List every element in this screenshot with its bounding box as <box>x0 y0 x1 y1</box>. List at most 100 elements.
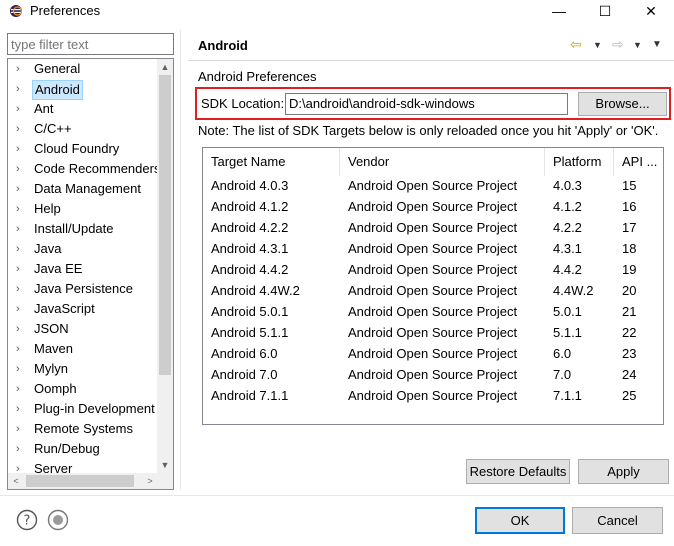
cancel-button[interactable]: Cancel <box>572 507 663 534</box>
tree-vertical-scrollbar[interactable]: ▲ ▼ <box>157 59 173 473</box>
cell-platform: 4.1.2 <box>553 199 582 214</box>
chevron-right-icon[interactable]: › <box>16 339 26 359</box>
tree-item[interactable]: › Java EE <box>8 259 158 279</box>
column-api[interactable]: API ... <box>614 148 663 176</box>
table-row[interactable]: Android 5.1.1 Android Open Source Project… <box>203 322 663 343</box>
cell-api: 24 <box>622 367 637 382</box>
table-row[interactable]: Android 7.1.1 Android Open Source Project… <box>203 385 663 406</box>
tree-item[interactable]: › Help <box>8 199 158 219</box>
chevron-right-icon[interactable]: › <box>16 439 26 459</box>
table-row[interactable]: Android 5.0.1 Android Open Source Project… <box>203 301 663 322</box>
tree-item[interactable]: › C/C++ <box>8 119 158 139</box>
chevron-right-icon[interactable]: › <box>16 99 26 119</box>
cell-vendor: Android Open Source Project <box>348 241 518 256</box>
scroll-up-icon[interactable]: ▲ <box>157 59 173 75</box>
tree-item[interactable]: › JSON <box>8 319 158 339</box>
table-row[interactable]: Android 4.4W.2 Android Open Source Projec… <box>203 280 663 301</box>
cell-api: 17 <box>622 220 637 235</box>
forward-arrow-icon[interactable]: ⇨ <box>612 36 624 53</box>
ok-button[interactable]: OK <box>475 507 565 534</box>
tree-item[interactable]: › Java Persistence <box>8 279 158 299</box>
restore-defaults-button[interactable]: Restore Defaults <box>466 459 570 484</box>
chevron-right-icon[interactable]: › <box>16 359 26 379</box>
tree-item[interactable]: › General <box>8 59 158 79</box>
sdk-location-field[interactable]: D:\android\android-sdk-windows <box>285 93 568 115</box>
title-bar: Preferences — ☐ ✕ <box>0 0 674 22</box>
tree-item[interactable]: › Maven <box>8 339 158 359</box>
column-vendor[interactable]: Vendor <box>340 148 545 176</box>
chevron-right-icon[interactable]: › <box>16 419 26 439</box>
table-row[interactable]: Android 4.0.3 Android Open Source Project… <box>203 175 663 196</box>
cell-target-name: Android 5.1.1 <box>211 325 289 340</box>
scroll-thumb[interactable] <box>159 75 171 375</box>
cell-target-name: Android 4.4.2 <box>211 262 289 277</box>
filter-input[interactable] <box>7 33 174 55</box>
tree-item-label: Code Recommenders <box>34 161 161 176</box>
tree-item-label: Help <box>34 201 61 216</box>
forward-dropdown-icon[interactable]: ▼ <box>633 40 642 50</box>
table-row[interactable]: Android 4.1.2 Android Open Source Project… <box>203 196 663 217</box>
tree-item[interactable]: › Remote Systems <box>8 419 158 439</box>
preferences-tree: › General › Android › Ant › C/C++ › Cloud Foundry… <box>7 58 174 490</box>
tree-item[interactable]: › Oomph <box>8 379 158 399</box>
maximize-button[interactable]: ☐ <box>582 0 628 22</box>
view-menu-icon[interactable]: ▼ <box>652 39 662 50</box>
tree-item[interactable]: › Ant <box>8 99 158 119</box>
tree-item[interactable]: › Android <box>8 79 158 100</box>
table-row[interactable]: Android 7.0 Android Open Source Project 7.… <box>203 364 663 385</box>
cell-vendor: Android Open Source Project <box>348 262 518 277</box>
record-icon[interactable] <box>47 509 69 531</box>
tree-item[interactable]: › Plug-in Development <box>8 399 158 419</box>
cell-api: 15 <box>622 178 637 193</box>
tree-item-label: General <box>34 61 81 76</box>
column-target-name[interactable]: Target Name <box>203 148 340 176</box>
table-row[interactable]: Android 4.3.1 Android Open Source Project… <box>203 238 663 259</box>
tree-item[interactable]: › Run/Debug <box>8 439 158 459</box>
tree-item[interactable]: › Install/Update <box>8 219 158 239</box>
panel-divider[interactable] <box>180 30 181 490</box>
table-row[interactable]: Android 4.2.2 Android Open Source Project… <box>203 217 663 238</box>
table-row[interactable]: Android 6.0 Android Open Source Project 6.… <box>203 343 663 364</box>
chevron-right-icon[interactable]: › <box>16 179 26 199</box>
help-icon[interactable]: ? <box>16 509 38 531</box>
chevron-right-icon[interactable]: › <box>16 139 26 159</box>
browse-button[interactable]: Browse... <box>578 92 667 116</box>
hscroll-thumb[interactable] <box>26 475 134 487</box>
tree-item[interactable]: › Mylyn <box>8 359 158 379</box>
chevron-right-icon[interactable]: › <box>16 239 26 259</box>
tree-item-label: Oomph <box>34 381 77 396</box>
scroll-right-icon[interactable]: > <box>142 473 158 489</box>
cell-vendor: Android Open Source Project <box>348 367 518 382</box>
apply-button[interactable]: Apply <box>578 459 669 484</box>
back-arrow-icon[interactable]: ⇦ <box>570 36 582 53</box>
tree-item[interactable]: › JavaScript <box>8 299 158 319</box>
column-platform[interactable]: Platform <box>545 148 614 176</box>
header-divider <box>188 60 674 61</box>
tree-item[interactable]: › Data Management <box>8 179 158 199</box>
chevron-right-icon[interactable]: › <box>16 79 26 99</box>
tree-item[interactable]: › Java <box>8 239 158 259</box>
chevron-right-icon[interactable]: › <box>16 379 26 399</box>
minimize-button[interactable]: — <box>536 0 582 22</box>
section-label: Android Preferences <box>198 69 317 84</box>
back-dropdown-icon[interactable]: ▼ <box>593 40 602 50</box>
chevron-right-icon[interactable]: › <box>16 399 26 419</box>
scroll-down-icon[interactable]: ▼ <box>157 457 173 473</box>
tree-item[interactable]: › Cloud Foundry <box>8 139 158 159</box>
cell-api: 25 <box>622 388 637 403</box>
chevron-right-icon[interactable]: › <box>16 319 26 339</box>
tree-item-label: Cloud Foundry <box>34 141 120 156</box>
chevron-right-icon[interactable]: › <box>16 299 26 319</box>
chevron-right-icon[interactable]: › <box>16 259 26 279</box>
chevron-right-icon[interactable]: › <box>16 119 26 139</box>
chevron-right-icon[interactable]: › <box>16 159 26 179</box>
chevron-right-icon[interactable]: › <box>16 59 26 79</box>
tree-item[interactable]: › Code Recommenders <box>8 159 160 179</box>
table-row[interactable]: Android 4.4.2 Android Open Source Project… <box>203 259 663 280</box>
tree-horizontal-scrollbar[interactable]: < > <box>8 473 158 489</box>
chevron-right-icon[interactable]: › <box>16 219 26 239</box>
scroll-left-icon[interactable]: < <box>8 473 24 489</box>
chevron-right-icon[interactable]: › <box>16 279 26 299</box>
chevron-right-icon[interactable]: › <box>16 199 26 219</box>
close-button[interactable]: ✕ <box>628 0 674 22</box>
